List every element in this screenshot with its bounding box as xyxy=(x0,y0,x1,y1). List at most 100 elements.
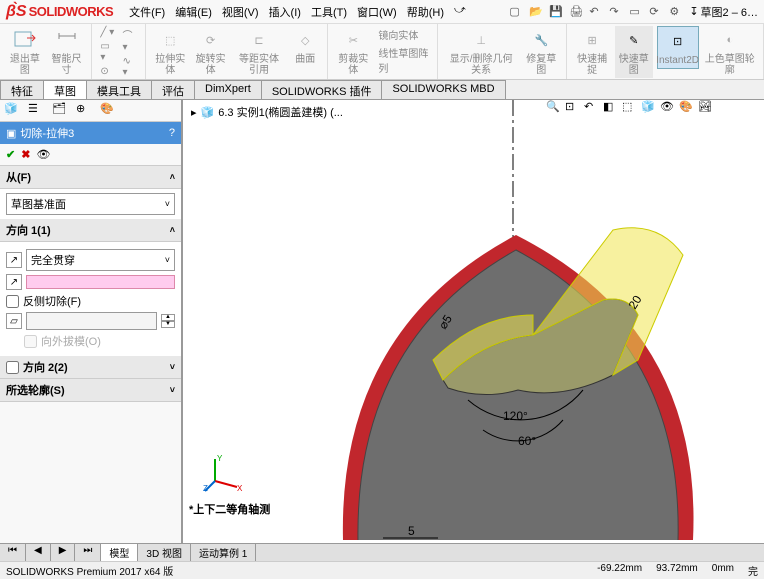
tab-addins[interactable]: SOLIDWORKS 插件 xyxy=(261,80,383,99)
tab-motion[interactable]: 运动算例 1 xyxy=(191,544,256,561)
titlebar: β̀S SOLIDWORKS 文件(F) 编辑(E) 视图(V) 插入(I) 工… xyxy=(0,0,764,24)
draft-button[interactable]: ▱ xyxy=(6,313,22,329)
select-icon[interactable]: ▭ xyxy=(629,5,643,19)
menu-view[interactable]: 视图(V) xyxy=(218,2,263,22)
quick-sketch-button[interactable]: ✎ 快速草图 xyxy=(615,26,653,78)
menu-file[interactable]: 文件(F) xyxy=(125,2,169,22)
options-icon[interactable]: ⚙ xyxy=(669,5,683,19)
menu-help[interactable]: 帮助(H) xyxy=(403,2,448,22)
redo-icon[interactable]: ↷ xyxy=(609,5,623,19)
tab-nav-next[interactable]: ▶ xyxy=(51,544,76,561)
save-icon[interactable]: 💾 xyxy=(549,5,563,19)
tab-nav-prev[interactable]: ◀ xyxy=(26,544,51,561)
product-label: SOLIDWORKS Premium 2017 x64 版 xyxy=(6,563,173,578)
dim-60: 60° xyxy=(518,434,536,448)
print-icon[interactable]: 🖨 xyxy=(569,5,583,19)
display-relations-button[interactable]: ⊥ 显示/删除几何关系 xyxy=(444,26,518,78)
dir2-checkbox[interactable] xyxy=(6,361,19,374)
mirror-tool[interactable]: 镜向实体 xyxy=(376,26,431,43)
dim-120: 120° xyxy=(503,409,528,423)
chevron-up-icon: ˄ xyxy=(170,172,175,182)
config-icon[interactable]: 🗂 xyxy=(52,102,70,120)
tab-nav-last[interactable]: ⏭ xyxy=(75,544,101,561)
direction-reference-field[interactable] xyxy=(26,275,175,289)
menu-window[interactable]: 窗口(W) xyxy=(353,2,401,22)
tab-evaluate[interactable]: 评估 xyxy=(151,80,195,99)
property-icon[interactable]: ☰ xyxy=(28,102,46,120)
feature-actions: ✔ ✖ 👁 xyxy=(0,144,181,166)
spline-tool[interactable]: ∿ ▾ xyxy=(121,55,140,79)
cancel-button[interactable]: ✖ xyxy=(21,148,30,161)
tab-nav-first[interactable]: ⏮ xyxy=(0,544,26,561)
view-name-label: *上下二等角轴测 xyxy=(189,501,270,517)
sketch-scale-dropdown[interactable]: ↧ 草图2 – 6… xyxy=(689,4,758,20)
quick-snap-button[interactable]: ⊞ 快速捕捉 xyxy=(573,26,611,78)
line-tool[interactable]: ╱ ▾ xyxy=(98,26,116,39)
direction-vector-button[interactable]: ↗ xyxy=(6,274,22,290)
chevron-up-icon: ˄ xyxy=(170,225,175,235)
orientation-triad[interactable]: Y X Z xyxy=(203,453,243,493)
menu-edit[interactable]: 编辑(E) xyxy=(171,2,216,22)
logo-text: SOLIDWORKS xyxy=(29,4,114,19)
new-icon[interactable]: ▢ xyxy=(509,5,523,19)
tab-mold[interactable]: 模具工具 xyxy=(86,80,152,99)
from-section-header[interactable]: 从(F) ˄ xyxy=(0,166,181,189)
tab-feature[interactable]: 特征 xyxy=(0,80,44,99)
end-condition-select[interactable]: 完全贯穿 ˅ xyxy=(26,249,175,271)
svg-text:Y: Y xyxy=(217,454,223,463)
flip-cut-checkbox[interactable] xyxy=(6,295,19,308)
solidworks-icon: β̀S xyxy=(6,3,27,21)
help-icon[interactable]: ? xyxy=(169,127,175,139)
contours-section-header[interactable]: 所选轮廓(S) ˅ xyxy=(0,379,181,402)
dim-5: 5 xyxy=(408,524,415,538)
offset-button[interactable]: ⊏ 等距实体引用 xyxy=(233,26,286,78)
tab-sketch[interactable]: 草图 xyxy=(43,80,87,99)
preview-button[interactable]: 👁 xyxy=(36,148,50,161)
reverse-direction-button[interactable]: ↗ xyxy=(6,252,22,268)
quick-access-toolbar: ▢ 📂 💾 🖨 ↶ ↷ ▭ ⟳ ⚙ ↧ 草图2 – 6… xyxy=(509,4,758,20)
revolve-button[interactable]: ⟳ 旋转实体 xyxy=(192,26,228,78)
chevron-down-icon: ˅ xyxy=(165,199,170,209)
feature-tree-icon[interactable]: 🧊 xyxy=(4,102,22,120)
tab-3dview[interactable]: 3D 视图 xyxy=(138,544,191,561)
draft-spinner[interactable]: ▲▼ xyxy=(161,314,175,328)
exit-sketch-button[interactable]: 退出草图 xyxy=(6,26,44,78)
menu-insert[interactable]: 插入(I) xyxy=(265,2,305,22)
chevron-down-icon: ˅ xyxy=(170,362,175,372)
graphics-viewport[interactable]: ▸ 🧊 6.3 实例1(椭圆盖建模) (... 🔍 ⊡ ↶ ◧ ⬚ 🧊 👁 🎨 … xyxy=(183,100,764,543)
chevron-down-icon: ˅ xyxy=(165,255,170,265)
scale-icon: ↧ xyxy=(689,5,698,18)
menu-tools[interactable]: 工具(T) xyxy=(307,2,351,22)
open-icon[interactable]: 📂 xyxy=(529,5,543,19)
instant2d-button[interactable]: ⊡ Instant2D xyxy=(657,26,699,69)
draft-angle-field[interactable] xyxy=(26,312,157,330)
chevron-down-icon: ˅ xyxy=(170,385,175,395)
statusbar: SOLIDWORKS Premium 2017 x64 版 -69.22mm 9… xyxy=(0,561,764,579)
shaded-contour-button[interactable]: ◐ 上色草图轮廓 xyxy=(703,26,757,78)
tab-mbd[interactable]: SOLIDWORKS MBD xyxy=(381,80,505,99)
from-select[interactable]: 草图基准面 ˅ xyxy=(6,193,175,215)
rect-tool[interactable]: ▭ ▾ xyxy=(98,40,116,64)
display-tab-icon[interactable]: 🎨 xyxy=(100,102,118,120)
coord-x: -69.22mm xyxy=(597,563,642,578)
menubar: 文件(F) 编辑(E) 视图(V) 插入(I) 工具(T) 窗口(W) 帮助(H… xyxy=(125,2,470,22)
dimxpert-tab-icon[interactable]: ⊕ xyxy=(76,102,94,120)
surface-button[interactable]: ◇ 曲面 xyxy=(289,26,321,67)
boss-extrude-button[interactable]: ⬚ 拉伸实体 xyxy=(152,26,188,78)
smart-dimension-button[interactable]: 智能尺寸 xyxy=(48,26,86,78)
status-state: 完 xyxy=(748,563,758,578)
pattern-tool[interactable]: 线性草图阵列 xyxy=(376,44,431,76)
arc-tool[interactable]: ⌒ ▾ xyxy=(121,26,140,54)
rebuild-icon[interactable]: ⟳ xyxy=(649,5,663,19)
coord-z: 0mm xyxy=(712,563,734,578)
repair-sketch-button[interactable]: 🔧 修复草图 xyxy=(522,26,560,78)
dir2-section-header[interactable]: 方向 2(2) ˅ xyxy=(0,356,181,379)
tab-dimxpert[interactable]: DimXpert xyxy=(194,80,262,99)
main-area: 🧊 ☰ 🗂 ⊕ 🎨 ▣ 切除-拉伸3 ? ✔ ✖ 👁 从(F) ˄ 草图基准面 … xyxy=(0,100,764,543)
tab-model[interactable]: 模型 xyxy=(101,544,138,561)
undo-icon[interactable]: ↶ xyxy=(589,5,603,19)
ok-button[interactable]: ✔ xyxy=(6,148,15,161)
trim-button[interactable]: ✂ 剪裁实体 xyxy=(334,26,372,78)
dir1-section-header[interactable]: 方向 1(1) ˄ xyxy=(0,219,181,242)
menu-overflow[interactable]: ⤻ xyxy=(450,2,470,22)
